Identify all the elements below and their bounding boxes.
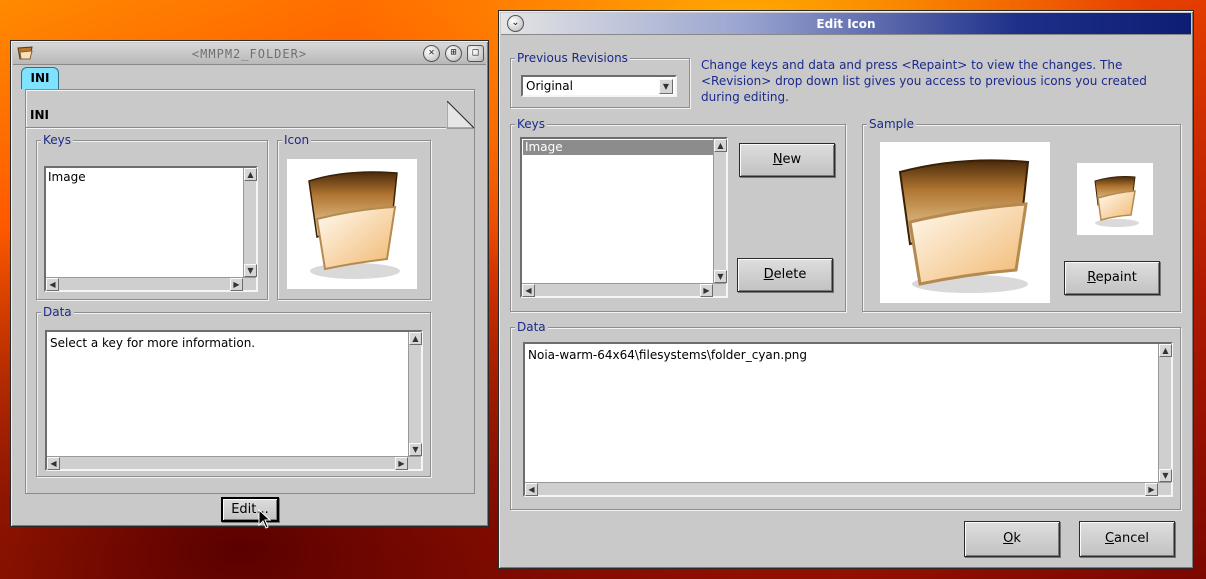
scroll-down-icon[interactable]: ▼ <box>244 264 257 277</box>
scroll-up-icon[interactable]: ▲ <box>1159 344 1172 357</box>
edit-keys-listbox[interactable]: Image ▲ ▼ ◀ ▶ <box>520 137 728 298</box>
edit-dialog-title: Edit Icon <box>816 17 876 31</box>
list-item-label: Image <box>525 140 563 154</box>
scroll-down-icon[interactable]: ▼ <box>409 443 422 456</box>
ok-button-mnemonic: O <box>1003 531 1014 546</box>
scroll-down-icon[interactable]: ▼ <box>1159 469 1172 482</box>
list-item[interactable]: Image <box>48 170 86 184</box>
scroll-down-icon[interactable]: ▼ <box>714 270 727 283</box>
new-button[interactable]: New <box>739 143 835 177</box>
keys-vertical-scrollbar[interactable]: ▲ ▼ <box>243 168 257 277</box>
edit-dialog-titlebar[interactable]: ⌄ Edit Icon <box>501 13 1191 35</box>
keys-group: Keys Image ▲ ▼ ◀ ▶ <box>36 133 268 300</box>
data-textarea[interactable]: Select a key for more information. ▲ ▼ ◀… <box>45 330 423 471</box>
scroll-left-icon[interactable]: ◀ <box>525 483 538 496</box>
list-item[interactable]: Image <box>523 140 714 155</box>
edit-data-vertical-scrollbar[interactable]: ▲ ▼ <box>1158 344 1172 482</box>
scroll-up-icon[interactable]: ▲ <box>714 139 727 152</box>
scroll-right-icon[interactable]: ▶ <box>395 457 408 470</box>
sample-small-icon <box>1077 163 1153 235</box>
repaint-button-label: epaint <box>1095 270 1137 285</box>
repaint-button-mnemonic: R <box>1087 270 1096 285</box>
edit-data-text: Noia-warm-64x64\filesystems\folder_cyan.… <box>528 348 808 362</box>
delete-button[interactable]: Delete <box>737 258 833 292</box>
tab-ini[interactable]: INI <box>21 67 59 89</box>
scroll-up-icon[interactable]: ▲ <box>409 332 422 345</box>
cancel-button-mnemonic: C <box>1104 531 1115 546</box>
data-text: Select a key for more information. <box>50 336 256 350</box>
sample-group: Sample Repaint <box>862 117 1181 312</box>
edit-keys-vertical-scrollbar[interactable]: ▲ ▼ <box>713 139 727 283</box>
page-section-title: INI <box>30 108 49 122</box>
sample-large-icon <box>880 142 1050 303</box>
page-corner-fold[interactable] <box>446 99 476 129</box>
revision-selected-value: Original <box>526 79 573 93</box>
page-header: INI <box>26 100 446 128</box>
edit-icon-dialog: ⌄ Edit Icon Previous Revisions Original … <box>498 10 1194 569</box>
data-group-label: Data <box>41 305 74 319</box>
edit-keys-group-label: Keys <box>515 117 548 131</box>
folder-window-titlebar[interactable]: <MMPM2_FOLDER> ✕ ⊞ □ <box>13 43 486 65</box>
restore-icon[interactable]: □ <box>467 45 484 62</box>
revision-dropdown[interactable]: Original ▼ <box>521 75 677 97</box>
folder-window-system-icon[interactable] <box>17 46 35 61</box>
scroll-right-icon[interactable]: ▶ <box>230 278 243 291</box>
help-text: Change keys and data and press <Repaint>… <box>701 58 1147 104</box>
ok-button-label: k <box>1013 531 1021 546</box>
notebook-page: INI Keys Image ▲ ▼ ◀ ▶ Icon Data Select … <box>25 89 476 494</box>
cancel-button-label: ancel <box>1114 531 1150 546</box>
icon-group-label: Icon <box>282 133 312 147</box>
scroll-right-icon[interactable]: ▶ <box>700 284 713 297</box>
scroll-left-icon[interactable]: ◀ <box>47 457 60 470</box>
close-icon[interactable]: ✕ <box>423 45 440 62</box>
maximize-icon[interactable]: ⊞ <box>445 45 462 62</box>
data-vertical-scrollbar[interactable]: ▲ ▼ <box>408 332 422 456</box>
folder-settings-window: <MMPM2_FOLDER> ✕ ⊞ □ INI INI Keys Image … <box>10 40 489 529</box>
folder-icon <box>287 159 417 289</box>
keys-horizontal-scrollbar[interactable]: ◀ ▶ <box>46 277 256 291</box>
system-menu-icon[interactable]: ⌄ <box>507 15 524 32</box>
edit-keys-horizontal-scrollbar[interactable]: ◀ ▶ <box>522 283 726 297</box>
scroll-left-icon[interactable]: ◀ <box>46 278 59 291</box>
keys-listbox[interactable]: Image ▲ ▼ ◀ ▶ <box>44 166 258 292</box>
tab-ini-label: INI <box>30 71 50 85</box>
scroll-up-icon[interactable]: ▲ <box>244 168 257 181</box>
edit-data-horizontal-scrollbar[interactable]: ◀ ▶ <box>525 482 1171 496</box>
repaint-button[interactable]: Repaint <box>1064 261 1160 295</box>
edit-data-textarea[interactable]: Noia-warm-64x64\filesystems\folder_cyan.… <box>523 342 1173 497</box>
edit-data-group-label: Data <box>515 320 548 334</box>
chevron-down-icon[interactable]: ▼ <box>659 79 673 94</box>
scroll-left-icon[interactable]: ◀ <box>522 284 535 297</box>
folder-window-title: <MMPM2_FOLDER> <box>191 47 308 61</box>
previous-revisions-group: Previous Revisions Original ▼ <box>510 51 690 108</box>
data-horizontal-scrollbar[interactable]: ◀ ▶ <box>47 456 421 470</box>
cancel-button[interactable]: Cancel <box>1079 521 1175 557</box>
data-group: Data Select a key for more information. … <box>36 305 431 477</box>
keys-group-label: Keys <box>41 133 74 147</box>
edit-keys-group: Keys Image ▲ ▼ ◀ ▶ New Delete <box>510 117 846 312</box>
icon-group: Icon <box>277 133 431 300</box>
new-button-mnemonic: N <box>772 152 783 167</box>
scroll-right-icon[interactable]: ▶ <box>1145 483 1158 496</box>
ok-button[interactable]: Ok <box>964 521 1060 557</box>
delete-button-label: elete <box>773 267 807 282</box>
delete-button-mnemonic: D <box>763 267 774 282</box>
sample-group-label: Sample <box>867 117 916 131</box>
mouse-cursor-icon <box>258 508 272 532</box>
previous-revisions-label: Previous Revisions <box>515 51 630 65</box>
edit-data-group: Data Noia-warm-64x64\filesystems\folder_… <box>510 320 1181 510</box>
new-button-label: ew <box>782 152 802 167</box>
